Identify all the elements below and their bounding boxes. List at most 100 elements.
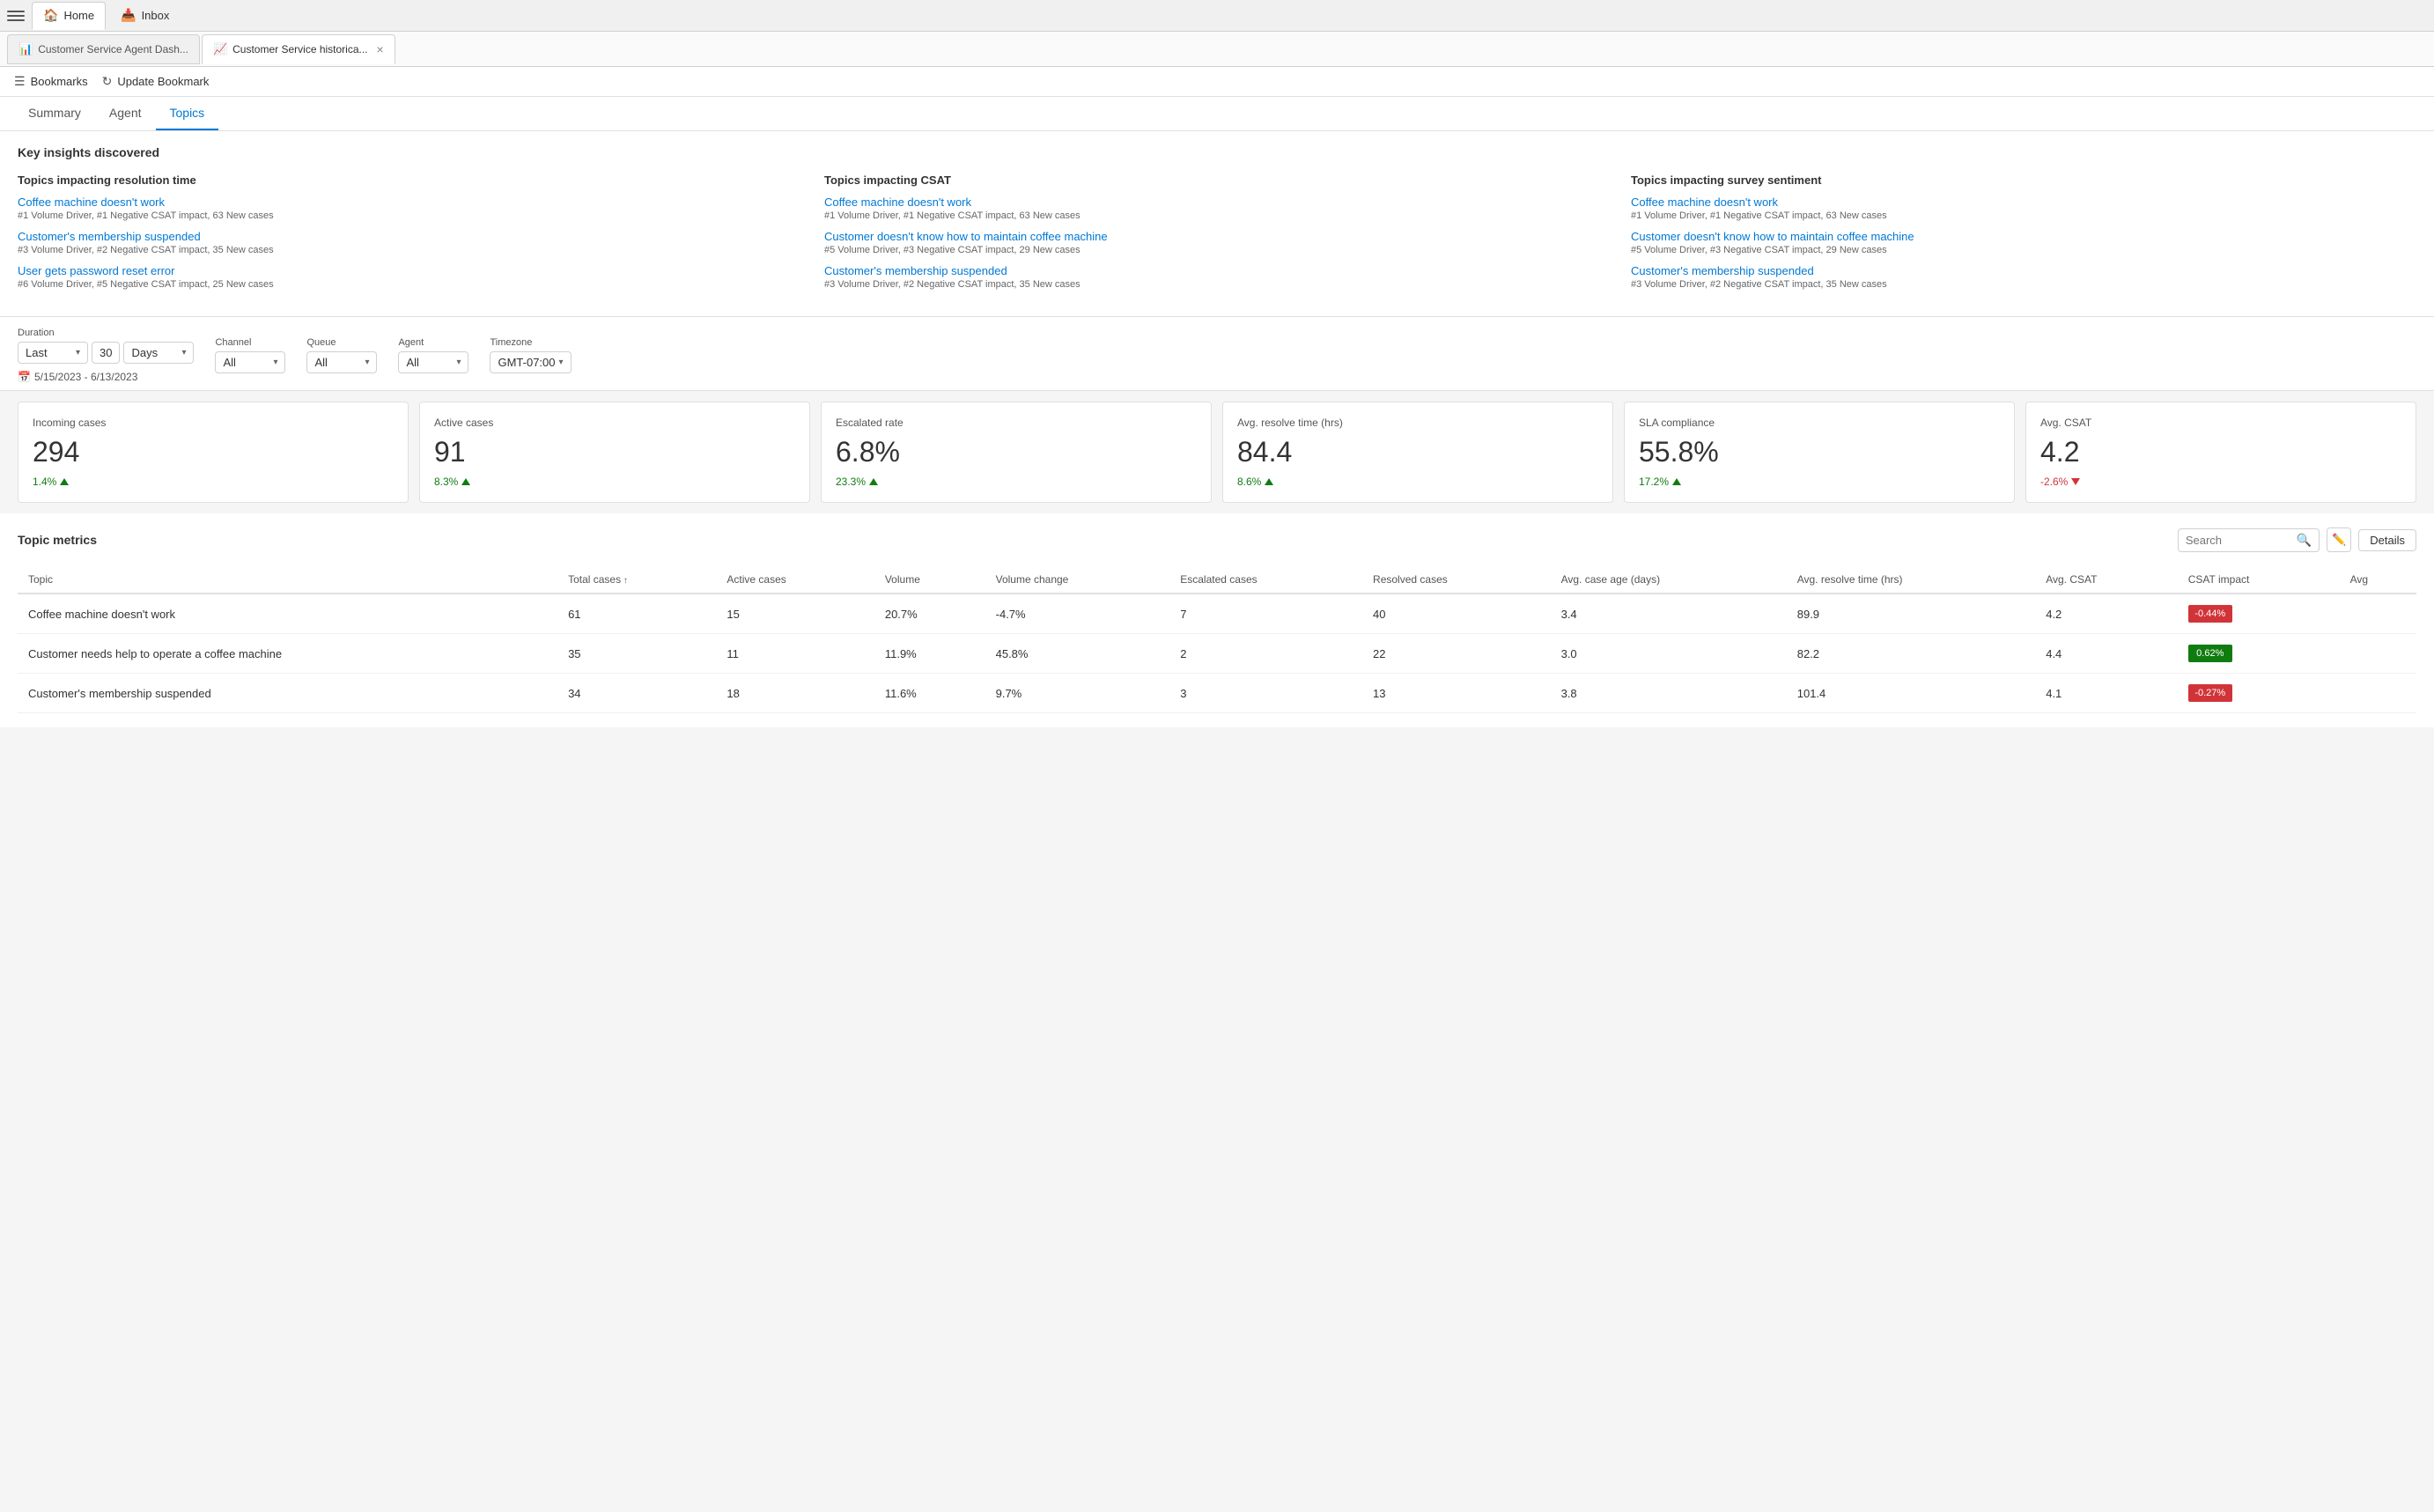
bookmarks-button[interactable]: ☰ Bookmarks xyxy=(14,74,88,89)
insight-link-resolution-1[interactable]: Customer's membership suspended xyxy=(18,230,803,243)
col-topic: Topic xyxy=(18,566,557,594)
insight-link-sentiment-1[interactable]: Customer doesn't know how to maintain co… xyxy=(1631,230,2416,243)
queue-label: Queue xyxy=(306,337,377,348)
metric-csat-value: 4.2 xyxy=(2040,436,2401,468)
csat-impact-bar-1: 0.62% xyxy=(2188,645,2232,662)
escalated-cases-2: 3 xyxy=(1169,674,1362,713)
inbox-icon: 📥 xyxy=(121,8,136,23)
metric-sla-value: 55.8% xyxy=(1639,436,2000,468)
close-tab-button[interactable]: × xyxy=(377,42,384,56)
agent-value: All xyxy=(406,356,418,369)
nav-tab-inbox[interactable]: 📥 Inbox xyxy=(109,2,181,30)
duration-value-input[interactable]: 30 xyxy=(92,342,120,364)
table-body: Coffee machine doesn't work 61 15 20.7% … xyxy=(18,594,2416,713)
metric-sla-change-text: 17.2% xyxy=(1639,476,1669,488)
timezone-value: GMT-07:00 xyxy=(498,356,555,369)
insight-link-sentiment-2[interactable]: Customer's membership suspended xyxy=(1631,264,2416,277)
col-avg-resolve-time[interactable]: Avg. resolve time (hrs) xyxy=(1787,566,2035,594)
metric-escalated-rate: Escalated rate 6.8% 23.3% xyxy=(821,402,1212,503)
col-total-cases[interactable]: Total cases xyxy=(557,566,716,594)
metric-resolve-change-text: 8.6% xyxy=(1237,476,1261,488)
duration-prefix-value: Last xyxy=(26,346,48,359)
insights-sentiment: Topics impacting survey sentiment Coffee… xyxy=(1631,173,2416,299)
tab-agent[interactable]: Agent xyxy=(95,97,156,130)
table-row: Customer needs help to operate a coffee … xyxy=(18,634,2416,674)
tab-summary[interactable]: Summary xyxy=(14,97,95,130)
col-escalated-cases[interactable]: Escalated cases xyxy=(1169,566,1362,594)
queue-select[interactable]: All ▾ xyxy=(306,351,377,373)
topic-metrics-panel: Topic metrics 🔍 ✏️ Details Topic Total c… xyxy=(0,513,2434,727)
insight-link-csat-2[interactable]: Customer's membership suspended xyxy=(824,264,1610,277)
details-button[interactable]: Details xyxy=(2358,529,2416,551)
edit-columns-button[interactable]: ✏️ xyxy=(2327,527,2351,552)
metric-resolve-value: 84.4 xyxy=(1237,436,1598,468)
filters-row: Duration Last ▾ 30 Days ▾ 📅 xyxy=(18,328,2416,383)
insight-link-resolution-0[interactable]: Coffee machine doesn't work xyxy=(18,195,803,209)
col-volume-change[interactable]: Volume change xyxy=(985,566,1170,594)
metric-escalated-change-text: 23.3% xyxy=(836,476,866,488)
insight-link-csat-0[interactable]: Coffee machine doesn't work xyxy=(824,195,1610,209)
col-avg[interactable]: Avg xyxy=(2340,566,2416,594)
tab-topics[interactable]: Topics xyxy=(156,97,219,130)
nav-tab-inbox-label: Inbox xyxy=(142,9,170,22)
insight-link-csat-1[interactable]: Customer doesn't know how to maintain co… xyxy=(824,230,1610,243)
bookmarks-label: Bookmarks xyxy=(31,75,88,88)
metric-incoming-value: 294 xyxy=(33,436,394,468)
metric-active-cases: Active cases 91 8.3% xyxy=(419,402,810,503)
refresh-icon: ↻ xyxy=(102,74,113,89)
metric-csat-change-text: -2.6% xyxy=(2040,476,2068,488)
hamburger-menu[interactable] xyxy=(7,7,25,25)
home-icon: 🏠 xyxy=(43,8,58,23)
insight-meta-resolution-0: #1 Volume Driver, #1 Negative CSAT impac… xyxy=(18,210,803,221)
main-tabs: Summary Agent Topics xyxy=(0,97,2434,131)
col-active-cases[interactable]: Active cases xyxy=(716,566,874,594)
nav-tab-home[interactable]: 🏠 Home xyxy=(32,2,106,30)
col-csat-impact[interactable]: CSAT impact xyxy=(2178,566,2340,594)
metric-active-value: 91 xyxy=(434,436,795,468)
historical-icon: 📈 xyxy=(213,42,227,56)
duration-prefix-select[interactable]: Last ▾ xyxy=(18,342,88,364)
metric-active-change: 8.3% xyxy=(434,476,795,488)
update-bookmark-button[interactable]: ↻ Update Bookmark xyxy=(102,74,210,89)
timezone-select[interactable]: GMT-07:00 ▾ xyxy=(490,351,571,373)
insight-link-sentiment-0[interactable]: Coffee machine doesn't work xyxy=(1631,195,2416,209)
csat-impact-cell-1: 0.62% xyxy=(2178,634,2340,674)
insight-meta-csat-2: #3 Volume Driver, #2 Negative CSAT impac… xyxy=(824,279,1610,290)
arrow-down-icon xyxy=(2071,478,2080,485)
agent-select[interactable]: All ▾ xyxy=(398,351,468,373)
metric-escalated-value: 6.8% xyxy=(836,436,1197,468)
avg-resolve-time-0: 89.9 xyxy=(1787,594,2035,634)
metric-resolve-change: 8.6% xyxy=(1237,476,1598,488)
insights-resolution: Topics impacting resolution time Coffee … xyxy=(18,173,803,299)
filter-timezone: Timezone GMT-07:00 ▾ xyxy=(490,337,571,373)
table-row: Customer's membership suspended 34 18 11… xyxy=(18,674,2416,713)
duration-unit-select[interactable]: Days ▾ xyxy=(123,342,194,364)
metric-avg-csat: Avg. CSAT 4.2 -2.6% xyxy=(2025,402,2416,503)
csat-impact-bar-2: -0.27% xyxy=(2188,684,2232,702)
timezone-chevron: ▾ xyxy=(559,358,564,367)
channel-select[interactable]: All ▾ xyxy=(215,351,285,373)
page-tab-historical-label: Customer Service historica... xyxy=(232,43,367,55)
col-avg-case-age[interactable]: Avg. case age (days) xyxy=(1551,566,1787,594)
topic-cell-0: Coffee machine doesn't work xyxy=(18,594,557,634)
col-volume[interactable]: Volume xyxy=(874,566,985,594)
insight-meta-resolution-1: #3 Volume Driver, #2 Negative CSAT impac… xyxy=(18,245,803,255)
insight-link-resolution-2[interactable]: User gets password reset error xyxy=(18,264,803,277)
insights-grid: Topics impacting resolution time Coffee … xyxy=(18,173,2416,299)
channel-label: Channel xyxy=(215,337,285,348)
page-tab-historical[interactable]: 📈 Customer Service historica... × xyxy=(202,34,395,64)
avg-csat-1: 4.4 xyxy=(2035,634,2178,674)
col-avg-csat[interactable]: Avg. CSAT xyxy=(2035,566,2178,594)
insight-meta-sentiment-1: #5 Volume Driver, #3 Negative CSAT impac… xyxy=(1631,245,2416,255)
col-resolved-cases[interactable]: Resolved cases xyxy=(1362,566,1551,594)
avg-resolve-time-1: 82.2 xyxy=(1787,634,2035,674)
topic-search-input[interactable] xyxy=(2186,534,2291,547)
page-tab-dashboard[interactable]: 📊 Customer Service Agent Dash... xyxy=(7,34,200,64)
metric-sla-compliance: SLA compliance 55.8% 17.2% xyxy=(1624,402,2015,503)
volume-change-1: 45.8% xyxy=(985,634,1170,674)
topic-metrics-title: Topic metrics xyxy=(18,533,97,547)
topic-cell-2: Customer's membership suspended xyxy=(18,674,557,713)
topic-cell-1: Customer needs help to operate a coffee … xyxy=(18,634,557,674)
avg-case-age-2: 3.8 xyxy=(1551,674,1787,713)
queue-chevron: ▾ xyxy=(365,358,369,367)
